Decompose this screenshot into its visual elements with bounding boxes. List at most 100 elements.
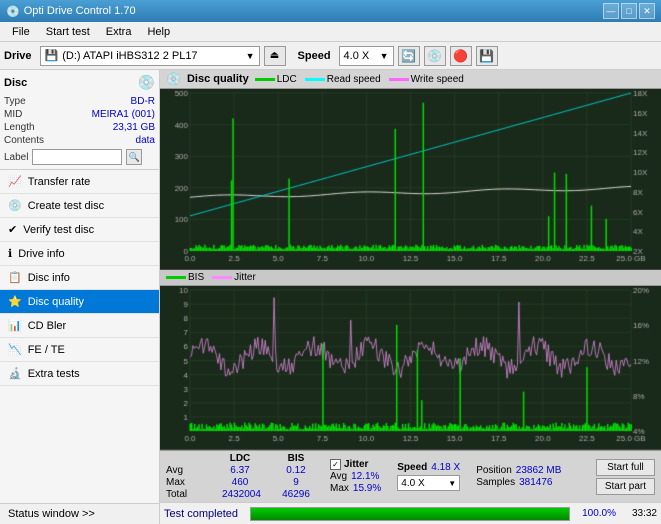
- sidebar-item-extra-tests[interactable]: 🔬 Extra tests: [0, 362, 159, 386]
- titlebar-title: 💿 Opti Drive Control 1.70: [6, 5, 136, 18]
- verify-test-disc-icon: ✔: [8, 223, 17, 236]
- sidebar-item-create-test-disc-label: Create test disc: [28, 200, 104, 212]
- start-full-button[interactable]: Start full: [596, 459, 655, 476]
- drive-bar: Drive 💾 (D:) ATAPI iHBS312 2 PL17 ▼ ⏏ Sp…: [0, 42, 661, 70]
- samples-label: Samples: [476, 477, 515, 488]
- nav-items: 📈 Transfer rate 💿 Create test disc ✔ Ver…: [0, 170, 159, 503]
- jitter-legend-label-chart: Jitter: [234, 272, 256, 283]
- disc-button[interactable]: 💿: [424, 46, 446, 66]
- sidebar-item-disc-info-label: Disc info: [28, 272, 70, 284]
- jitter-checkbox[interactable]: ✓: [330, 459, 341, 470]
- menu-file[interactable]: File: [4, 24, 38, 40]
- menubar: File Start test Extra Help: [0, 22, 661, 42]
- app-title: Opti Drive Control 1.70: [24, 5, 136, 17]
- bis-legend-label: BIS: [188, 272, 204, 283]
- create-test-disc-icon: 💿: [8, 199, 22, 212]
- disc-info-icon: 📋: [8, 271, 22, 284]
- length-label: Length: [4, 122, 35, 133]
- sidebar-item-verify-test-disc[interactable]: ✔ Verify test disc: [0, 218, 159, 242]
- sidebar-item-disc-info[interactable]: 📋 Disc info: [0, 266, 159, 290]
- chart2-canvas: [160, 286, 661, 449]
- menu-help[interactable]: Help: [139, 24, 178, 40]
- ldc-col-header: LDC: [222, 453, 258, 464]
- avg-row-label: Avg: [166, 465, 202, 476]
- chart1-container: [160, 89, 661, 270]
- minimize-button[interactable]: —: [603, 3, 619, 19]
- action-buttons: Start full Start part: [596, 459, 655, 495]
- position-value: 23862 MB: [516, 465, 562, 476]
- max-bis-value: 9: [278, 477, 314, 488]
- burn-button[interactable]: 🔴: [450, 46, 472, 66]
- chart2-legend: BIS Jitter: [160, 270, 661, 286]
- transfer-rate-icon: 📈: [8, 175, 22, 188]
- avg-bis-value: 0.12: [278, 465, 314, 476]
- speed-select-arrow: ▼: [448, 479, 456, 488]
- jitter-stats-label: Jitter: [344, 459, 368, 470]
- disc-section: Disc 💿 Type BD-R MID MEIRA1 (001) Length…: [0, 70, 159, 170]
- disc-quality-icon: ⭐: [8, 295, 22, 308]
- maximize-button[interactable]: □: [621, 3, 637, 19]
- contents-value: data: [136, 135, 155, 146]
- avg-ldc-value: 6.37: [222, 465, 258, 476]
- extra-tests-icon: 🔬: [8, 367, 22, 380]
- sidebar-item-extra-tests-label: Extra tests: [28, 368, 80, 380]
- jitter-stats: ✓ Jitter Avg 12.1% Max 15.9%: [330, 459, 381, 494]
- label-set-button[interactable]: 🔍: [126, 149, 142, 165]
- start-part-button[interactable]: Start part: [596, 478, 655, 495]
- position-label: Position: [476, 465, 512, 476]
- max-ldc-value: 460: [222, 477, 258, 488]
- sidebar-item-create-test-disc[interactable]: 💿 Create test disc: [0, 194, 159, 218]
- progress-time: 33:32: [622, 508, 657, 519]
- label-input[interactable]: [32, 149, 122, 165]
- jitter-max-label: Max: [330, 483, 349, 494]
- speed-stats-value: 4.18 X: [431, 462, 460, 473]
- fe-te-icon: 📉: [8, 343, 22, 356]
- sidebar-item-transfer-rate[interactable]: 📈 Transfer rate: [0, 170, 159, 194]
- menu-extra[interactable]: Extra: [98, 24, 140, 40]
- position-stats: Position 23862 MB Samples 381476: [476, 465, 561, 488]
- drive-label: Drive: [4, 50, 32, 62]
- status-text: Test completed: [164, 508, 244, 520]
- sidebar-item-drive-info-label: Drive info: [18, 248, 64, 260]
- quality-title: Disc quality: [187, 73, 249, 85]
- speed-stats-label: Speed: [397, 462, 427, 473]
- jitter-avg-value: 12.1%: [351, 471, 379, 482]
- status-window-button[interactable]: Status window >>: [0, 503, 159, 524]
- sidebar-item-cd-bler[interactable]: 📊 CD Bler: [0, 314, 159, 338]
- sidebar-item-disc-quality[interactable]: ⭐ Disc quality: [0, 290, 159, 314]
- menu-start-test[interactable]: Start test: [38, 24, 98, 40]
- type-value: BD-R: [131, 96, 155, 107]
- speed-stats: Speed 4.18 X 4.0 X ▼: [397, 462, 460, 491]
- app-icon: 💿: [6, 5, 20, 18]
- samples-value: 381476: [519, 477, 552, 488]
- refresh-button[interactable]: 🔄: [398, 46, 420, 66]
- write-speed-legend-label: Write speed: [411, 74, 464, 85]
- content-area: 💿 Disc quality LDC Read speed Write spee…: [160, 70, 661, 524]
- sidebar-item-drive-info[interactable]: ℹ Drive info: [0, 242, 159, 266]
- main-layout: Disc 💿 Type BD-R MID MEIRA1 (001) Length…: [0, 70, 661, 524]
- save-button[interactable]: 💾: [476, 46, 498, 66]
- bis-col-header: BIS: [278, 453, 314, 464]
- length-value: 23,31 GB: [113, 122, 155, 133]
- sidebar-item-disc-quality-label: Disc quality: [28, 296, 84, 308]
- speed-label: Speed: [298, 50, 331, 62]
- sidebar-item-fe-te-label: FE / TE: [28, 344, 65, 356]
- sidebar-item-transfer-rate-label: Transfer rate: [28, 176, 91, 188]
- max-row-label: Max: [166, 477, 202, 488]
- stats-table: LDC BIS Avg 6.37 0.12 Max 460 9 Total 24…: [166, 453, 314, 500]
- sidebar-item-fe-te[interactable]: 📉 FE / TE: [0, 338, 159, 362]
- chart-legend: LDC Read speed Write speed: [255, 74, 464, 85]
- quality-header: 💿 Disc quality LDC Read speed Write spee…: [160, 70, 661, 89]
- stats-bar: LDC BIS Avg 6.37 0.12 Max 460 9 Total 24…: [160, 450, 661, 502]
- read-speed-legend-label: Read speed: [327, 74, 381, 85]
- drive-icon: 💾: [45, 49, 59, 62]
- drive-info-icon: ℹ: [8, 247, 12, 260]
- total-ldc-value: 2432004: [222, 489, 258, 500]
- disc-label-label: Label: [4, 152, 28, 163]
- sidebar: Disc 💿 Type BD-R MID MEIRA1 (001) Length…: [0, 70, 160, 524]
- charts-area: BIS Jitter: [160, 89, 661, 450]
- eject-button[interactable]: ⏏: [264, 46, 286, 66]
- mid-label: MID: [4, 109, 22, 120]
- close-button[interactable]: ✕: [639, 3, 655, 19]
- cd-bler-icon: 📊: [8, 319, 22, 332]
